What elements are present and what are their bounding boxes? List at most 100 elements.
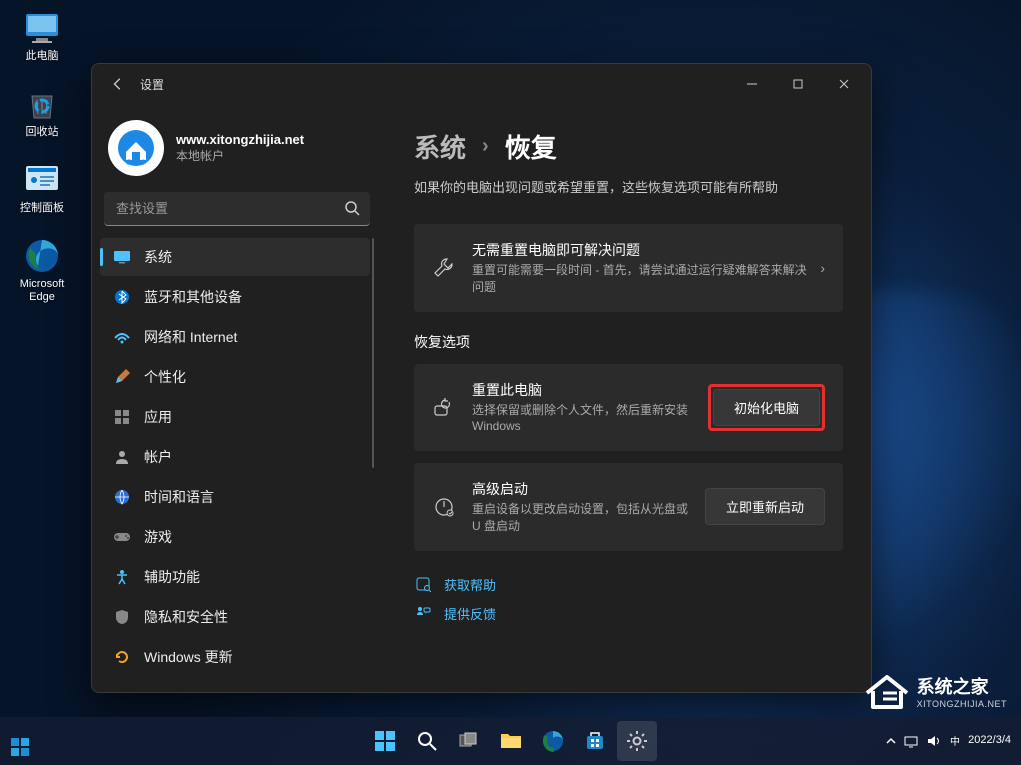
window-title: 设置: [140, 76, 164, 93]
account-block[interactable]: 系统之家 www.xitongzhijia.net 本地帐户: [100, 112, 374, 192]
sidebar-item-label: 网络和 Internet: [144, 327, 237, 347]
sidebar-item-label: 隐私和安全性: [144, 607, 228, 627]
help-link-row: 获取帮助: [414, 575, 843, 594]
network-icon: [112, 327, 132, 347]
restart-now-button[interactable]: 立即重新启动: [705, 488, 825, 525]
feedback-link-row: 提供反馈: [414, 604, 843, 623]
system-icon: [112, 247, 132, 267]
bluetooth-icon: [112, 287, 132, 307]
breadcrumb-current: 恢复: [505, 128, 557, 165]
sidebar-item-label: 帐户: [144, 447, 172, 467]
update-icon: [112, 647, 132, 667]
sidebar-item-label: 应用: [144, 407, 172, 427]
sidebar-item-label: 时间和语言: [144, 487, 214, 507]
card-title: 高级启动: [472, 479, 693, 499]
maximize-button[interactable]: [775, 68, 821, 100]
sidebar-item-label: 辅助功能: [144, 567, 200, 587]
sidebar-item-accessibility[interactable]: 辅助功能: [100, 558, 370, 596]
card-subtitle: 重置可能需要一段时间 - 首先，请尝试通过运行疑难解答来解决问题: [472, 262, 808, 296]
nav-list: 系统 蓝牙和其他设备 网络和 Internet 个性化: [100, 238, 374, 684]
sidebar-item-label: 个性化: [144, 367, 186, 387]
recycle-bin-icon: [22, 84, 62, 124]
page-description: 如果你的电脑出现问题或希望重置，这些恢复选项可能有所帮助: [414, 177, 843, 196]
search-input[interactable]: [104, 192, 370, 226]
desktop-icon-label: 此电脑: [26, 50, 59, 63]
privacy-icon: [112, 607, 132, 627]
sidebar-item-apps[interactable]: 应用: [100, 398, 370, 436]
troubleshoot-card[interactable]: 无需重置电脑即可解决问题 重置可能需要一段时间 - 首先，请尝试通过运行疑难解答…: [414, 224, 843, 312]
watermark: 系统之家 XITONGZHIJIA.NET: [863, 671, 1007, 711]
get-help-link[interactable]: 获取帮助: [444, 575, 496, 594]
sidebar-item-label: 蓝牙和其他设备: [144, 287, 242, 307]
chevron-up-icon[interactable]: [884, 734, 898, 748]
settings-button[interactable]: [617, 721, 657, 761]
sidebar-item-system[interactable]: 系统: [100, 238, 370, 276]
feedback-icon: [414, 604, 432, 622]
desktop-icon-recycle-bin[interactable]: 回收站: [10, 84, 74, 148]
reset-pc-button[interactable]: 初始化电脑: [713, 389, 820, 426]
start-button[interactable]: [365, 721, 405, 761]
sidebar-item-update[interactable]: Windows 更新: [100, 638, 370, 676]
reset-pc-card: 重置此电脑 选择保留或删除个人文件，然后重新安装 Windows 初始化电脑: [414, 364, 843, 452]
sidebar-item-time-lang[interactable]: 时间和语言: [100, 478, 370, 516]
this-pc-icon: [22, 8, 62, 48]
annotation-highlight: 初始化电脑: [708, 384, 825, 431]
sidebar-item-label: 系统: [144, 247, 172, 267]
sidebar-item-privacy[interactable]: 隐私和安全性: [100, 598, 370, 636]
advanced-startup-card: 高级启动 重启设备以更改启动设置，包括从光盘或 U 盘启动 立即重新启动: [414, 463, 843, 551]
settings-window: 设置 系统之家 www.xitongzhijia.net: [91, 63, 872, 693]
chevron-right-icon: ›: [482, 135, 489, 158]
sidebar-scrollbar[interactable]: [372, 238, 374, 468]
volume-tray-icon[interactable]: [926, 734, 942, 748]
sidebar-item-gaming[interactable]: 游戏: [100, 518, 370, 556]
card-title: 重置此电脑: [472, 380, 696, 400]
desktop-icon-label: 回收站: [26, 126, 59, 139]
sidebar-item-network[interactable]: 网络和 Internet: [100, 318, 370, 356]
edge-button[interactable]: [533, 721, 573, 761]
edge-icon: [22, 236, 62, 276]
back-button[interactable]: [104, 70, 132, 98]
system-tray[interactable]: 中 2022/3/4: [884, 734, 1011, 748]
file-explorer-button[interactable]: [491, 721, 531, 761]
ime-tray-icon[interactable]: 中: [948, 734, 962, 748]
sidebar-item-label: 游戏: [144, 527, 172, 547]
apps-icon: [112, 407, 132, 427]
close-button[interactable]: [821, 68, 867, 100]
time-lang-icon: [112, 487, 132, 507]
minimize-button[interactable]: [729, 68, 775, 100]
accessibility-icon: [112, 567, 132, 587]
desktop-icon-edge[interactable]: Microsoft Edge: [10, 236, 74, 300]
watermark-title: 系统之家: [917, 673, 1007, 699]
feedback-link[interactable]: 提供反馈: [444, 604, 496, 623]
main-content: 系统 › 恢复 如果你的电脑出现问题或希望重置，这些恢复选项可能有所帮助 无需重…: [382, 104, 871, 692]
sidebar-item-bluetooth[interactable]: 蓝牙和其他设备: [100, 278, 370, 316]
accounts-icon: [112, 447, 132, 467]
sidebar-item-personalization[interactable]: 个性化: [100, 358, 370, 396]
breadcrumb: 系统 › 恢复: [414, 128, 843, 165]
desktop-icon-this-pc[interactable]: 此电脑: [10, 8, 74, 72]
card-subtitle: 选择保留或删除个人文件，然后重新安装 Windows: [472, 402, 696, 436]
search-button[interactable]: [407, 721, 447, 761]
svg-text:中: 中: [950, 735, 960, 748]
task-view-button[interactable]: [449, 721, 489, 761]
card-title: 无需重置电脑即可解决问题: [472, 240, 808, 260]
watermark-url: XITONGZHIJIA.NET: [917, 699, 1007, 709]
account-type: 本地帐户: [176, 147, 304, 164]
sidebar-item-accounts[interactable]: 帐户: [100, 438, 370, 476]
desktop-icons: 此电脑 回收站 控制面板 Microsoft Edge: [10, 8, 74, 312]
network-tray-icon[interactable]: [904, 734, 920, 748]
power-icon: [432, 495, 456, 519]
section-title: 恢复选项: [414, 332, 843, 352]
widgets-button[interactable]: [6, 733, 34, 761]
breadcrumb-parent[interactable]: 系统: [414, 128, 466, 165]
store-button[interactable]: [575, 721, 615, 761]
chevron-right-icon: ›: [820, 260, 825, 276]
sidebar-item-label: Windows 更新: [144, 647, 233, 667]
tray-datetime[interactable]: 2022/3/4: [968, 734, 1011, 747]
account-name: www.xitongzhijia.net: [176, 132, 304, 147]
svg-text:系统之家: 系统之家: [126, 159, 147, 166]
reset-icon: [432, 395, 456, 419]
desktop-icon-control-panel[interactable]: 控制面板: [10, 160, 74, 224]
control-panel-icon: [22, 160, 62, 200]
sidebar: 系统之家 www.xitongzhijia.net 本地帐户: [92, 104, 382, 692]
